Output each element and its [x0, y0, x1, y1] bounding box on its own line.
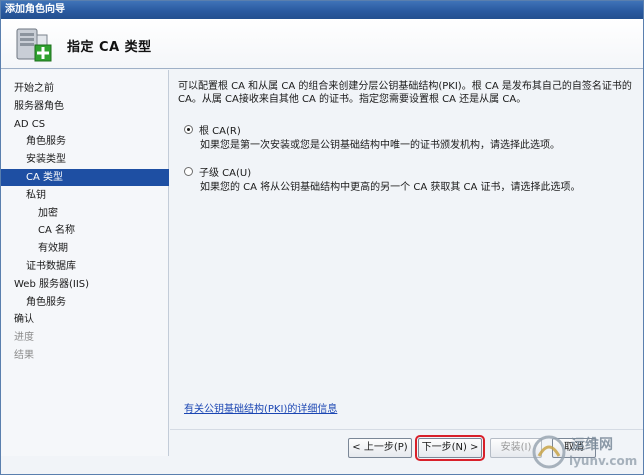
add-roles-wizard-window: 添加角色向导 指定 CA 类型 开始之前 服务器角色 AD CS 角色服务 安装类型 CA… [0, 0, 644, 475]
subordinate-ca-label[interactable]: 子级 CA(U) [199, 164, 251, 179]
sidebar-item-7[interactable]: 加密 [1, 205, 169, 222]
wizard-header: 指定 CA 类型 [1, 19, 643, 69]
sidebar-item-1[interactable]: 服务器角色 [1, 98, 169, 115]
sidebar-item-15: 结果 [14, 350, 34, 361]
subordinate-ca-option[interactable]: 子级 CA(U) [184, 164, 251, 179]
subordinate-ca-description: 如果您的 CA 将从公钥基础结构中更高的另一个 CA 获取其 CA 证书，请选择… [200, 182, 581, 193]
watermark-line1: 运维网 [571, 437, 613, 453]
sidebar-item-2[interactable]: AD CS [1, 116, 169, 133]
watermark-line2: iyunv.com [569, 454, 638, 468]
server-certificate-icon [16, 28, 52, 62]
page-title: 指定 CA 类型 [67, 40, 152, 55]
root-ca-radio[interactable] [184, 125, 193, 134]
content-pane: 可以配置根 CA 和从属 CA 的组合来创建分层公钥基础结构(PKI)。根 CA… [170, 70, 643, 430]
root-ca-description: 如果您是第一次安装或您是公钥基础结构中唯一的证书颁发机构，请选择此选项。 [200, 140, 560, 151]
subordinate-ca-radio[interactable] [184, 167, 193, 176]
previous-button[interactable]: < 上一步(P) [348, 438, 412, 458]
sidebar-item-10[interactable]: 证书数据库 [1, 258, 169, 275]
sidebar-item-14: 进度 [14, 332, 34, 344]
root-ca-option[interactable]: 根 CA(R) [184, 122, 241, 137]
sidebar-item-8[interactable]: CA 名称 [1, 222, 169, 239]
window-title: 添加角色向导 [5, 4, 65, 15]
intro-text: 可以配置根 CA 和从属 CA 的组合来创建分层公钥基础结构(PKI)。根 CA… [178, 81, 632, 105]
next-button[interactable]: 下一步(N) > [415, 435, 485, 461]
sidebar-item-0[interactable]: 开始之前 [1, 80, 169, 97]
sidebar-item-4[interactable]: 安装类型 [1, 151, 169, 168]
sidebar-item-5[interactable]: CA 类型 [1, 169, 169, 186]
watermark-logo-icon [532, 435, 566, 469]
sidebar-item-11[interactable]: Web 服务器(IIS) [1, 276, 169, 293]
root-ca-label[interactable]: 根 CA(R) [199, 122, 241, 137]
pki-info-link[interactable]: 有关公钥基础结构(PKI)的详细信息 [184, 400, 337, 415]
title-bar: 添加角色向导 [1, 1, 643, 19]
sidebar-item-12[interactable]: 角色服务 [1, 294, 169, 311]
sidebar-item-9[interactable]: 有效期 [1, 240, 169, 257]
sidebar-item-3[interactable]: 角色服务 [1, 133, 169, 150]
wizard-step-list: 开始之前 服务器角色 AD CS 角色服务 安装类型 CA 类型 私钥 加密 CA 名称 有效期证… [1, 70, 169, 456]
sidebar-item-13[interactable]: 确认 [1, 311, 169, 328]
sidebar-item-6[interactable]: 私钥 [1, 187, 169, 204]
site-watermark: 运维网 iyunv.com [529, 432, 639, 472]
